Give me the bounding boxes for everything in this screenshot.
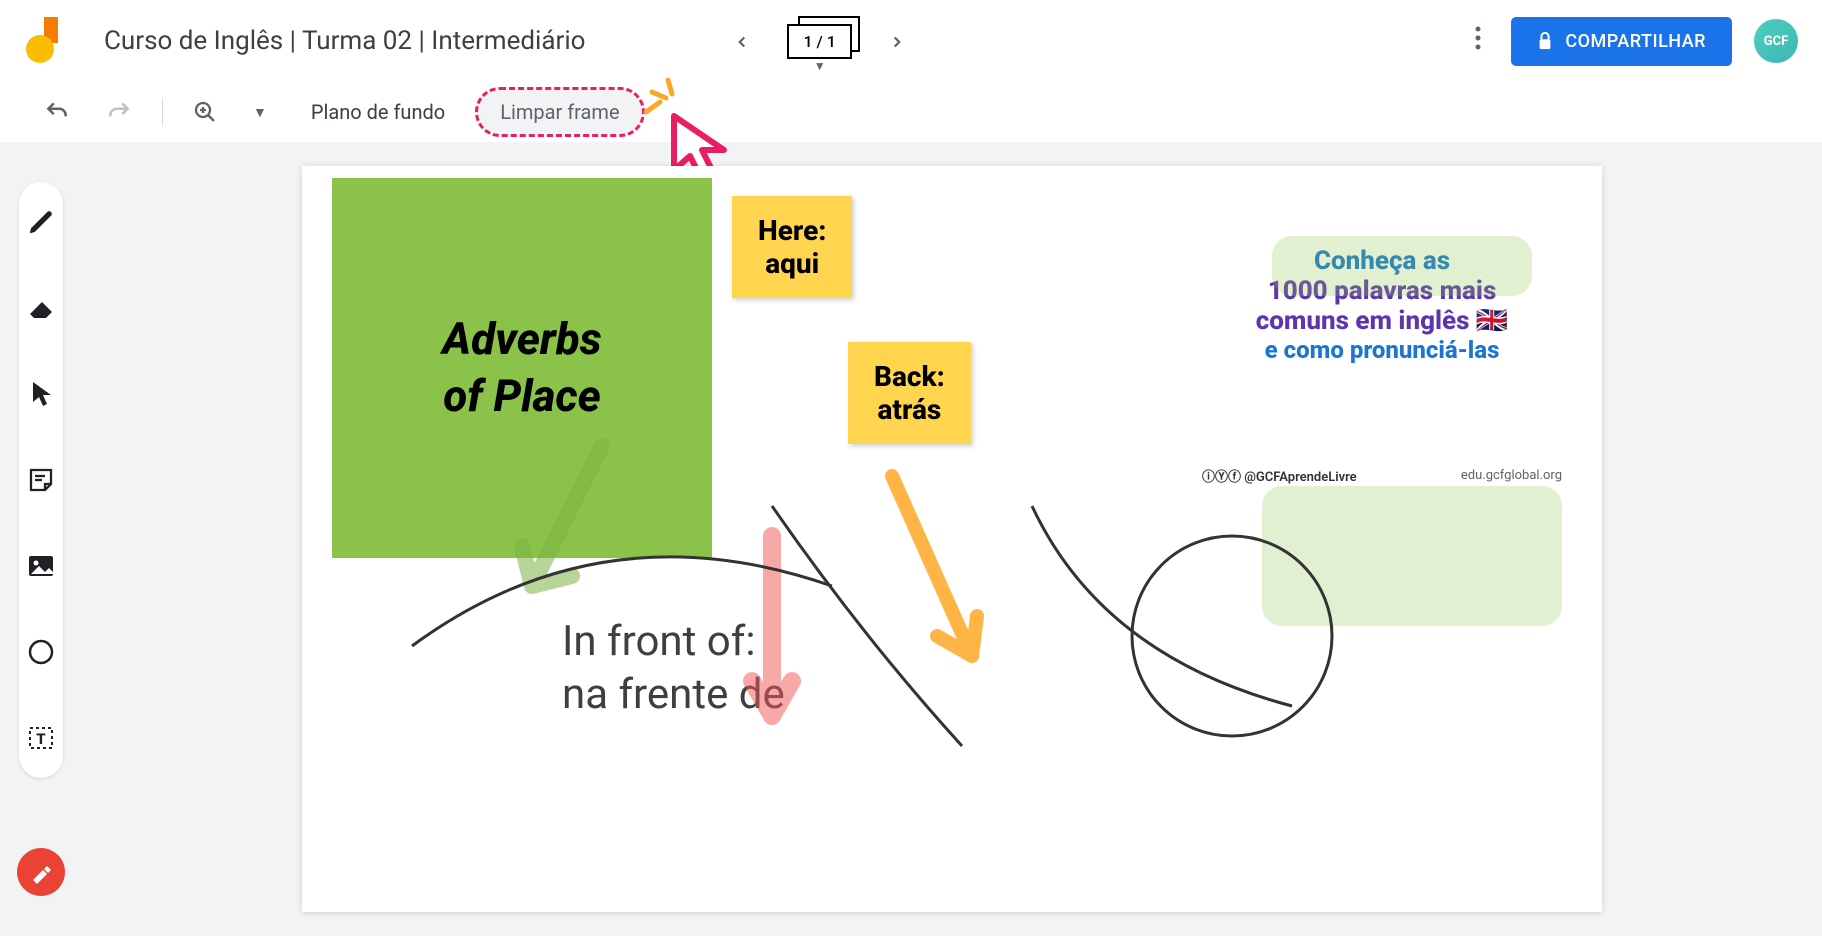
header-bar: Curso de Inglês | Turma 02 | Intermediár… <box>0 0 1822 82</box>
document-title[interactable]: Curso de Inglês | Turma 02 | Intermediár… <box>104 26 585 56</box>
jamboard-logo-icon <box>24 15 68 67</box>
text-box-tool-icon[interactable]: T <box>19 716 63 760</box>
sticky-note-back[interactable]: Back: atrás <box>848 342 971 444</box>
select-tool-icon[interactable] <box>19 372 63 416</box>
tool-sidebar: T <box>0 142 82 936</box>
undo-button[interactable] <box>30 89 84 135</box>
lock-icon <box>1537 32 1553 50</box>
drawn-circle <box>1122 526 1342 746</box>
canvas-area: Adverbs of Place Here: aqui Back: atrás … <box>82 142 1822 936</box>
whiteboard-canvas[interactable]: Adverbs of Place Here: aqui Back: atrás … <box>302 166 1602 912</box>
redo-button[interactable] <box>92 89 146 135</box>
more-options-icon[interactable] <box>1467 18 1489 64</box>
clear-frame-button[interactable]: Limpar frame <box>475 87 644 137</box>
share-button[interactable]: COMPARTILHAR <box>1511 17 1732 66</box>
prev-page-button[interactable] <box>725 16 759 67</box>
pen-tool-icon[interactable] <box>19 200 63 244</box>
toolbar: ▼ Plano de fundo Limpar frame <box>0 82 1822 142</box>
drawn-line <box>762 496 982 756</box>
ghost-shape <box>1272 236 1532 296</box>
page-indicator[interactable]: 1 / 1 ▼ <box>787 24 851 59</box>
eraser-tool-icon[interactable] <box>19 286 63 330</box>
promo-footer: ⓘⓎⓕ @GCFAprendeLivre edu.gcfglobal.org <box>1202 466 1562 485</box>
sticky-note-here[interactable]: Here: aqui <box>732 196 852 298</box>
zoom-button[interactable] <box>179 90 231 134</box>
circle-tool-icon[interactable] <box>19 630 63 674</box>
zoom-dropdown-icon[interactable]: ▼ <box>239 94 281 131</box>
image-tool-icon[interactable] <box>19 544 63 588</box>
share-label: COMPARTILHAR <box>1565 31 1706 52</box>
background-button[interactable]: Plano de fundo <box>289 90 467 134</box>
laser-tool-icon[interactable] <box>17 848 65 896</box>
sticky-note-tool-icon[interactable] <box>19 458 63 502</box>
page-nav: 1 / 1 ▼ <box>725 16 913 67</box>
svg-text:T: T <box>36 730 46 748</box>
user-avatar[interactable]: GCF <box>1754 19 1798 63</box>
next-page-button[interactable] <box>880 16 914 67</box>
workspace: T Adverbs of Place Here: aqui Back: atrá… <box>0 142 1822 936</box>
